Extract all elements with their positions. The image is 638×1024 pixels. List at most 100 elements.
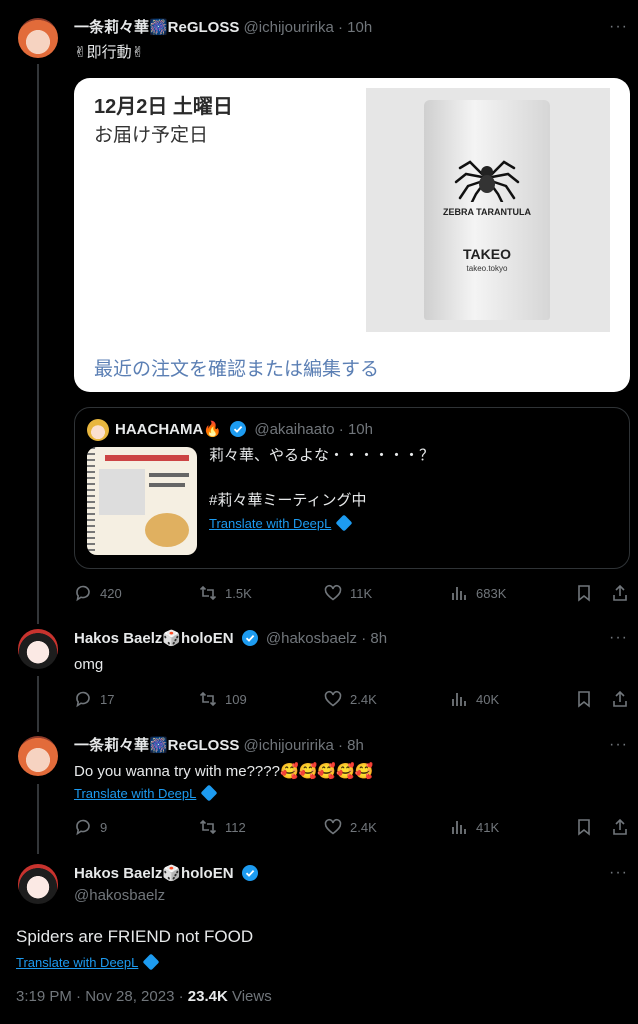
tweet-text: omg (74, 656, 104, 673)
handle[interactable]: @hakosbaelz (74, 886, 165, 906)
timestamp[interactable]: 10h (347, 19, 372, 36)
like-button[interactable]: 2.4K (324, 690, 377, 708)
more-icon[interactable]: ··· (609, 18, 628, 36)
timestamp[interactable]: 8h (370, 630, 387, 647)
translate-link[interactable]: Translate with DeepL (16, 953, 160, 971)
avatar[interactable] (18, 736, 58, 776)
quote-text-line2: #莉々華ミーティング中 (209, 492, 367, 509)
like-button[interactable]: 11K (324, 584, 372, 602)
views-label: Views (227, 988, 272, 1005)
avatar[interactable] (18, 864, 58, 904)
views-count: 23.4K (187, 988, 228, 1005)
post-timestamp[interactable]: 3:19 PM · Nov 28, 2023 · (16, 988, 188, 1005)
tweet-actions: 17 109 2.4K 40K (74, 690, 634, 710)
tweet-text: Do you wanna try with me????🥰🥰🥰🥰🥰 (74, 763, 374, 780)
product-title: ZEBRA TARANTULA (443, 207, 531, 217)
quote-display-name: HAACHAMA🔥 (115, 421, 222, 438)
repost-icon (199, 585, 217, 601)
tweet-header: Hakos Baelz🎲holoEN @hakosbaelz · 8h (74, 630, 388, 647)
tweet-meta: 3:19 PM · Nov 28, 2023 · 23.4K Views (16, 988, 272, 1005)
quoted-tweet[interactable]: HAACHAMA🔥 @akaihaato · 10h 莉々華、やるよな・・・・・… (74, 407, 630, 569)
quote-thumbnail (87, 447, 197, 555)
avatar[interactable] (18, 629, 58, 669)
like-icon (324, 584, 342, 601)
like-button[interactable]: 2.4K (324, 818, 377, 836)
reply-button[interactable]: 17 (74, 690, 114, 708)
product-brand: TAKEO (463, 246, 511, 262)
thread-line (37, 64, 39, 624)
quote-handle: @akaihaato (254, 421, 335, 438)
views-button[interactable]: 41K (450, 818, 499, 836)
reply-button[interactable]: 9 (74, 818, 107, 836)
tweet-actions: 9 112 2.4K 41K (74, 818, 634, 838)
display-name[interactable]: Hakos Baelz🎲holoEN (74, 630, 234, 647)
quote-translate-link[interactable]: Translate with DeepL (209, 514, 353, 532)
views-icon (452, 587, 466, 600)
share-button[interactable] (611, 818, 629, 836)
handle[interactable]: @ichijouririka (244, 737, 334, 754)
views-icon (452, 821, 466, 834)
translate-link[interactable]: Translate with DeepL (74, 784, 218, 802)
product-photo: ZEBRA TARANTULA TAKEO takeo.tokyo (366, 88, 610, 332)
more-icon[interactable]: ··· (609, 864, 628, 882)
avatar[interactable] (18, 18, 58, 58)
tweet-header: 一条莉々華🎆ReGLOSS @ichijouririka · 10h (74, 19, 373, 36)
product-url: takeo.tokyo (466, 264, 508, 273)
product-bag: ZEBRA TARANTULA TAKEO takeo.tokyo (424, 100, 550, 320)
tweet-header: 一条莉々華🎆ReGLOSS @ichijouririka · 8h (74, 737, 364, 754)
deepl-icon (142, 953, 160, 971)
main-tweet-text: Spiders are FRIEND not FOOD (16, 927, 254, 946)
quote-header: HAACHAMA🔥 @akaihaato · 10h (115, 421, 373, 438)
tarantula-icon (454, 160, 520, 202)
repost-icon (199, 819, 217, 835)
share-icon (613, 690, 627, 707)
bookmark-button[interactable] (575, 818, 593, 836)
order-card-image[interactable]: 12月2日 土曜日 お届け予定日 ZEBRA TARANTULA TAKEO t… (74, 78, 630, 392)
share-button[interactable] (611, 584, 629, 602)
views-button[interactable]: 40K (450, 690, 499, 708)
quote-text-line1: 莉々華、やるよな・・・・・・？ (209, 447, 435, 464)
verified-badge-icon (241, 865, 258, 881)
more-icon[interactable]: ··· (609, 629, 628, 647)
like-icon (324, 818, 342, 835)
more-icon[interactable]: ··· (609, 736, 628, 754)
delivery-date: 12月2日 土曜日 (94, 96, 233, 118)
like-icon (324, 690, 342, 707)
bookmark-button[interactable] (575, 690, 593, 708)
share-icon (613, 584, 627, 601)
repost-icon (199, 691, 217, 707)
display-name[interactable]: Hakos Baelz🎲holoEN (74, 865, 234, 882)
repost-button[interactable]: 112 (199, 818, 246, 836)
bookmark-button[interactable] (575, 584, 593, 602)
reply-icon (76, 691, 90, 708)
reply-icon (76, 585, 90, 602)
edit-order-link[interactable]: 最近の注文を確認または編集する (94, 354, 379, 381)
delivery-label: お届け予定日 (94, 125, 209, 146)
bookmark-icon (578, 585, 590, 602)
quote-avatar (87, 419, 109, 441)
handle[interactable]: @ichijouririka (244, 19, 334, 36)
thread-line (37, 676, 39, 732)
bookmark-icon (578, 691, 590, 708)
display-name[interactable]: 一条莉々華🎆ReGLOSS (74, 19, 239, 36)
bookmark-icon (578, 819, 590, 836)
deepl-icon (335, 514, 353, 532)
timestamp[interactable]: 8h (347, 737, 364, 754)
reply-icon (76, 819, 90, 836)
verified-badge-icon (230, 421, 247, 437)
repost-button[interactable]: 1.5K (199, 584, 252, 602)
quote-timestamp: 10h (347, 421, 373, 438)
display-name[interactable]: 一条莉々華🎆ReGLOSS (74, 737, 239, 754)
thread-line (37, 784, 39, 854)
share-button[interactable] (611, 690, 629, 708)
repost-button[interactable]: 109 (199, 690, 247, 708)
verified-badge-icon (241, 630, 258, 646)
tweet-text: ✌即行動✌ (74, 44, 145, 61)
handle[interactable]: @hakosbaelz (266, 630, 357, 647)
views-button[interactable]: 683K (450, 584, 506, 602)
main-display-name-line: Hakos Baelz🎲holoEN (74, 864, 262, 884)
deepl-icon (200, 784, 218, 802)
reply-button[interactable]: 420 (74, 584, 122, 602)
views-icon (452, 693, 466, 706)
share-icon (613, 818, 627, 835)
